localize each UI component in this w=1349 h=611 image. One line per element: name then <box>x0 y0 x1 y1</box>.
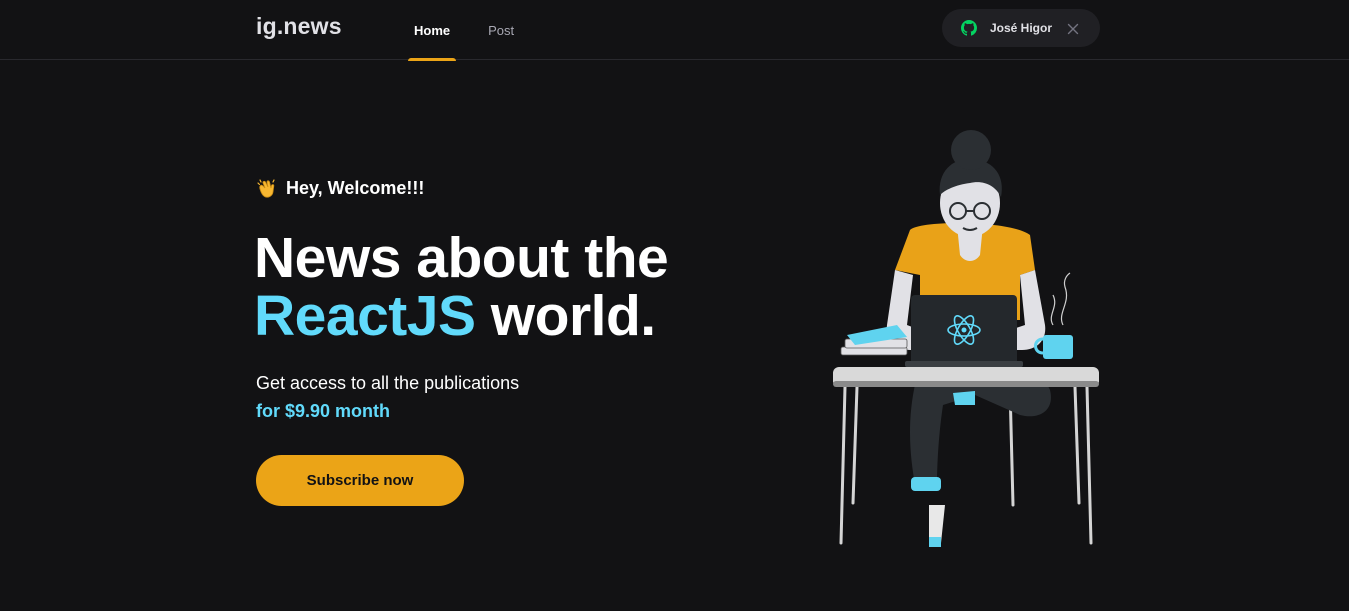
subscribe-button[interactable]: Subscribe now <box>256 455 464 506</box>
github-icon <box>961 20 977 36</box>
welcome-message: Hey, Welcome!!! <box>256 177 424 199</box>
price-text: for $9.90 month <box>256 401 391 421</box>
hero-title: News about the ReactJS world. <box>254 226 669 348</box>
woman-coding-illustration <box>825 125 1110 555</box>
logo[interactable]: ig.news <box>256 13 342 40</box>
close-icon[interactable] <box>1067 22 1079 35</box>
welcome-text: Hey, Welcome!!! <box>286 177 425 198</box>
nav-home-link[interactable]: Home <box>408 0 457 61</box>
main-nav: Home Post <box>408 0 514 61</box>
hero-title-line1: News about the <box>254 226 669 290</box>
top-header: ig.news Home Post José Higor <box>0 0 1349 61</box>
nav-post-link[interactable]: Post <box>488 0 514 60</box>
hero-title-rest: world. <box>475 284 656 348</box>
hero-title-accent: ReactJS <box>254 284 476 348</box>
hero-subtitle: Get access to all the publications for $… <box>256 369 519 425</box>
clapping-hands-icon <box>256 177 278 199</box>
user-name: José Higor <box>990 21 1053 35</box>
github-user-button[interactable]: José Higor <box>942 9 1100 47</box>
subtitle-text: Get access to all the publications <box>256 373 520 393</box>
